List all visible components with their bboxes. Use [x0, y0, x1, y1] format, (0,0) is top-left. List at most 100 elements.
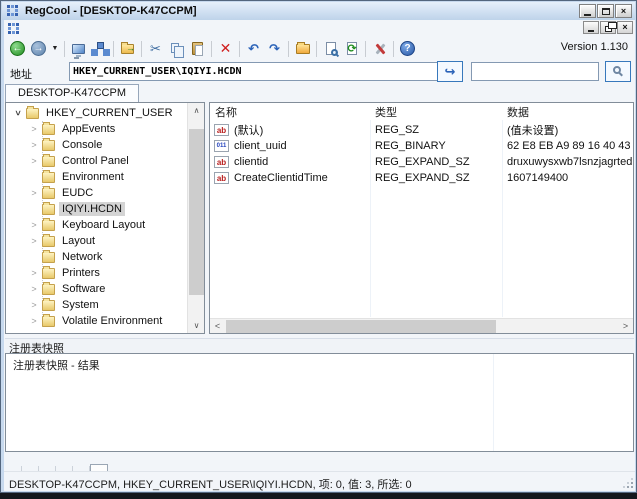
address-label: 地址 [10, 66, 32, 82]
value-row[interactable]: abCreateClientidTime REG_EXPAND_SZ 16071… [210, 170, 633, 186]
favorites-button[interactable] [292, 39, 313, 59]
forward-icon: → [31, 41, 46, 56]
tree-item[interactable]: > Volatile Environment [6, 313, 187, 329]
tree-chevron-icon[interactable]: > [28, 316, 40, 326]
tree-item-label: Network [59, 250, 105, 264]
tree-item[interactable]: > IQIYI.HCDN [6, 201, 187, 217]
find-button[interactable] [320, 39, 341, 59]
bottom-tab[interactable] [90, 464, 108, 471]
status-bar: DESKTOP-K47CCPM, HKEY_CURRENT_USER\IQIYI… [4, 471, 635, 491]
minimize-icon [584, 14, 591, 16]
version-label: Version 1.130 [561, 41, 628, 53]
tree-scrollbar[interactable]: ∧ ∨ [187, 103, 204, 333]
connect-network-button[interactable] [89, 39, 110, 59]
help-button[interactable]: ? [397, 39, 418, 59]
value-row[interactable]: ab(默认) REG_SZ (值未设置) [210, 122, 633, 138]
search-button[interactable] [605, 61, 631, 82]
scroll-left-icon[interactable]: < [210, 319, 225, 334]
menu-bar: × [4, 20, 635, 37]
scroll-right-icon[interactable]: > [618, 319, 633, 334]
quick-search-input[interactable] [471, 62, 599, 81]
back-button[interactable]: ← [7, 39, 28, 59]
tools-icon [373, 42, 387, 56]
folder-icon [42, 284, 55, 295]
delete-button[interactable]: ✕ [215, 39, 236, 59]
minimize-button[interactable] [579, 4, 596, 18]
tree-chevron-icon[interactable]: > [28, 188, 40, 198]
column-header-name[interactable]: 名称 [210, 104, 370, 120]
tree-item[interactable]: > Console [6, 137, 187, 153]
mdi-restore-button[interactable] [600, 21, 616, 34]
import-button[interactable]: → [117, 39, 138, 59]
tree-item[interactable]: > Control Panel [6, 153, 187, 169]
history-dropdown-button[interactable]: ▼ [49, 39, 61, 59]
tree-item[interactable]: > Printers [6, 265, 187, 281]
value-row[interactable]: 011client_uuid REG_BINARY 62 E8 EB A9 89… [210, 138, 633, 154]
undo-icon: ↶ [248, 41, 259, 57]
mdi-close-button[interactable]: × [617, 21, 633, 34]
tree-chevron-icon[interactable]: > [28, 300, 40, 310]
tree-chevron-icon[interactable]: > [28, 220, 40, 230]
resize-grip[interactable] [623, 478, 633, 488]
tree-item-label: Printers [59, 266, 103, 280]
tree-item[interactable]: > EUDC [6, 185, 187, 201]
tree-item[interactable]: > Layout [6, 233, 187, 249]
tree-chevron-icon[interactable]: > [28, 124, 40, 134]
tree-item[interactable]: > Software [6, 281, 187, 297]
tree-item[interactable]: > AppEvents [6, 121, 187, 137]
menu-items [20, 27, 104, 31]
tree-item[interactable]: > HKEY_CURRENT_USER [6, 105, 187, 121]
paste-button[interactable] [187, 39, 208, 59]
toolbar-separator [113, 41, 114, 57]
tree-item[interactable]: > Keyboard Layout [6, 217, 187, 233]
mdi-restore-icon [605, 26, 612, 32]
maximize-button[interactable] [597, 4, 614, 18]
tree-chevron-icon[interactable]: > [28, 268, 40, 278]
forward-button[interactable]: → [28, 39, 49, 59]
menu-item[interactable] [90, 27, 104, 31]
list-hscrollbar-thumb[interactable] [226, 320, 496, 333]
menu-item[interactable] [62, 27, 76, 31]
list-hscrollbar[interactable]: < > [210, 318, 633, 333]
tree-item[interactable]: > Network [6, 249, 187, 265]
tree-item-label: Environment [59, 170, 127, 184]
scroll-up-icon[interactable]: ∧ [188, 103, 205, 118]
snapshot-result-header[interactable]: 注册表快照 - 结果 [6, 354, 633, 371]
menu-item[interactable] [34, 27, 48, 31]
close-button[interactable]: × [615, 4, 632, 18]
menu-item[interactable] [48, 27, 62, 31]
value-type: REG_SZ [370, 124, 502, 136]
column-header-data[interactable]: 数据 [502, 104, 633, 120]
go-button[interactable]: ↪ [437, 61, 463, 82]
address-input[interactable] [69, 62, 441, 81]
tree-chevron-icon[interactable]: > [28, 140, 40, 150]
redo-button[interactable]: ↷ [264, 39, 285, 59]
menu-item[interactable] [20, 27, 34, 31]
column-header-type[interactable]: 类型 [370, 104, 502, 120]
session-tab[interactable]: DESKTOP-K47CCPM [5, 84, 139, 102]
folder-icon [26, 108, 39, 119]
tree-item[interactable]: > System [6, 297, 187, 313]
settings-button[interactable] [369, 39, 390, 59]
connect-computer-button[interactable] [68, 39, 89, 59]
tree-item[interactable]: > Environment [6, 169, 187, 185]
tree-chevron-icon[interactable]: > [28, 284, 40, 294]
toolbar-separator [393, 41, 394, 57]
tree-chevron-icon[interactable]: > [13, 107, 23, 119]
mdi-minimize-button[interactable] [583, 21, 599, 34]
address-bar: 地址 ↪ [4, 60, 635, 84]
refresh-button[interactable]: ⟳ [341, 39, 362, 59]
tree-scrollbar-thumb[interactable] [189, 129, 204, 295]
undo-button[interactable]: ↶ [243, 39, 264, 59]
toolbar-separator [316, 41, 317, 57]
tree-chevron-icon[interactable]: > [28, 156, 40, 166]
toolbar-separator [365, 41, 366, 57]
value-data: druxuwysxwb7lsnzjagrted [502, 156, 633, 168]
scroll-down-icon[interactable]: ∨ [188, 318, 205, 333]
menu-item[interactable] [76, 27, 90, 31]
value-row[interactable]: abclientid REG_EXPAND_SZ druxuwysxwb7lsn… [210, 154, 633, 170]
folder-icon [42, 300, 55, 311]
copy-button[interactable] [166, 39, 187, 59]
cut-button[interactable]: ✂ [145, 39, 166, 59]
tree-chevron-icon[interactable]: > [28, 236, 40, 246]
